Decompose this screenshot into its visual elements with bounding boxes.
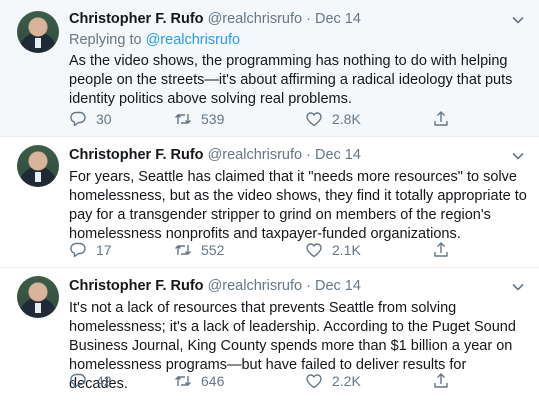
- tweet-2[interactable]: Christopher F. Rufo @realchrisrufo · Dec…: [0, 137, 539, 267]
- tweet-header: Christopher F. Rufo @realchrisrufo · Dec…: [69, 11, 361, 27]
- chevron-down-icon[interactable]: [511, 280, 525, 294]
- tweet-header: Christopher F. Rufo @realchrisrufo · Dec…: [69, 278, 361, 294]
- separator-dot: ·: [306, 278, 311, 294]
- tweet-date[interactable]: Dec 14: [315, 147, 361, 163]
- separator-dot: ·: [306, 11, 311, 27]
- author-handle[interactable]: @realchrisrufo: [208, 278, 303, 294]
- author-name[interactable]: Christopher F. Rufo: [69, 11, 204, 27]
- reply-button[interactable]: 30: [69, 110, 112, 128]
- like-button[interactable]: 2.2K: [305, 372, 361, 390]
- retweet-count: 552: [201, 242, 225, 258]
- like-icon: [306, 243, 322, 258]
- avatar[interactable]: [17, 276, 59, 318]
- reply-count: 30: [96, 111, 112, 127]
- like-count: 2.2K: [332, 373, 361, 389]
- share-button[interactable]: [432, 241, 450, 259]
- tweet-date[interactable]: Dec 14: [315, 278, 361, 294]
- tweet-header: Christopher F. Rufo @realchrisrufo · Dec…: [69, 147, 361, 163]
- reply-button[interactable]: 42: [69, 372, 112, 390]
- reply-icon: [70, 373, 86, 389]
- separator-dot: ·: [306, 147, 311, 163]
- reply-icon: [70, 242, 86, 258]
- tweet-text: For years, Seattle has claimed that it "…: [69, 169, 527, 242]
- tweet-3[interactable]: Christopher F. Rufo @realchrisrufo · Dec…: [0, 268, 539, 407]
- share-button[interactable]: [432, 110, 450, 128]
- share-icon: [434, 373, 448, 388]
- avatar[interactable]: [17, 11, 59, 53]
- retweet-icon: [175, 245, 191, 255]
- share-button[interactable]: [432, 372, 450, 390]
- author-handle[interactable]: @realchrisrufo: [208, 147, 303, 163]
- reply-icon: [70, 111, 86, 127]
- avatar[interactable]: [17, 145, 59, 187]
- like-count: 2.1K: [332, 242, 361, 258]
- retweet-button[interactable]: 646: [174, 372, 224, 390]
- like-button[interactable]: 2.1K: [305, 241, 361, 259]
- retweet-icon: [175, 376, 191, 386]
- share-icon: [434, 242, 448, 257]
- reply-count: 17: [96, 242, 112, 258]
- retweet-count: 539: [201, 111, 225, 127]
- like-icon: [306, 374, 322, 389]
- author-handle[interactable]: @realchrisrufo: [208, 11, 303, 27]
- chevron-down-icon[interactable]: [511, 149, 525, 163]
- replying-to-link[interactable]: @realchrisrufo: [146, 32, 241, 48]
- like-icon: [306, 112, 322, 127]
- retweet-count: 646: [201, 373, 225, 389]
- chevron-down-icon[interactable]: [511, 13, 525, 27]
- tweet-1[interactable]: Christopher F. Rufo @realchrisrufo · Dec…: [0, 0, 539, 136]
- reply-button[interactable]: 17: [69, 241, 112, 259]
- replying-to: Replying to @realchrisrufo: [69, 32, 240, 48]
- retweet-icon: [175, 114, 191, 124]
- tweet-text: It's not a lack of resources that preven…: [69, 300, 516, 392]
- tweet-date[interactable]: Dec 14: [315, 11, 361, 27]
- like-button[interactable]: 2.8K: [305, 110, 361, 128]
- retweet-button[interactable]: 552: [174, 241, 224, 259]
- author-name[interactable]: Christopher F. Rufo: [69, 278, 204, 294]
- tweet-text: As the video shows, the programming has …: [69, 53, 513, 107]
- author-name[interactable]: Christopher F. Rufo: [69, 147, 204, 163]
- retweet-button[interactable]: 539: [174, 110, 224, 128]
- share-icon: [434, 111, 448, 126]
- replying-prefix: Replying to: [69, 32, 142, 48]
- like-count: 2.8K: [332, 111, 361, 127]
- reply-count: 42: [96, 373, 112, 389]
